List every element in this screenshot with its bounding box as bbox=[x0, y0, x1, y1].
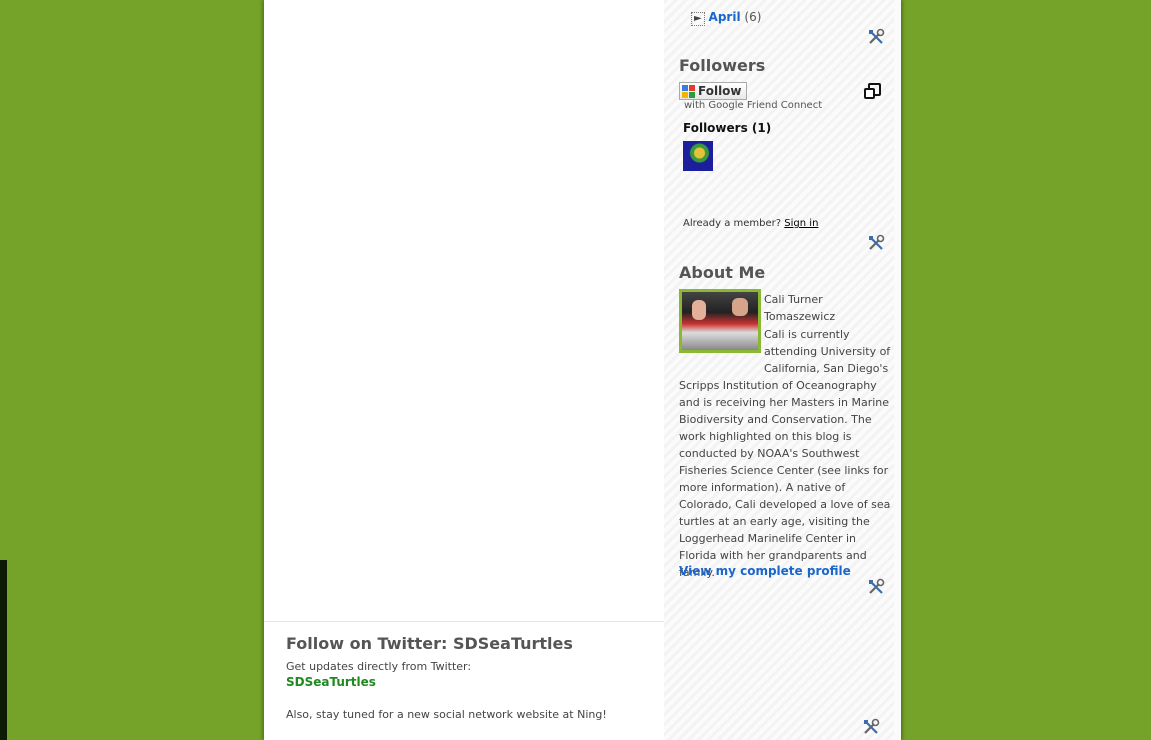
google-friend-connect-icon bbox=[682, 84, 695, 98]
photo-wrap-spacer bbox=[679, 326, 764, 374]
quick-edit-tools-icon[interactable] bbox=[867, 578, 885, 596]
follow-button[interactable]: Follow bbox=[679, 82, 747, 100]
sign-in-link[interactable]: Sign in bbox=[784, 218, 818, 229]
ning-note: Also, stay tuned for a new social networ… bbox=[286, 708, 607, 721]
follower-avatar[interactable] bbox=[683, 141, 713, 171]
sidebar: ► April (6) Followers Follow with Google… bbox=[664, 0, 894, 740]
about-me-title: About Me bbox=[679, 263, 766, 282]
popout-icon[interactable] bbox=[864, 83, 881, 99]
about-bio: Cali is currently attending University o… bbox=[679, 326, 891, 581]
gfc-caption: with Google Friend Connect bbox=[684, 100, 823, 111]
already-member-text: Already a member? Sign in bbox=[683, 218, 818, 229]
quick-edit-tools-icon[interactable] bbox=[867, 28, 885, 46]
main-column: Follow on Twitter: SDSeaTurtles Get upda… bbox=[264, 0, 664, 740]
archive-month-link[interactable]: April bbox=[709, 10, 741, 24]
already-member-label: Already a member? bbox=[683, 218, 782, 229]
quick-edit-tools-icon[interactable] bbox=[862, 718, 880, 736]
left-edge-shadow bbox=[0, 560, 7, 740]
quick-edit-tools-icon[interactable] bbox=[867, 234, 885, 252]
followers-title: Followers bbox=[679, 56, 766, 75]
profile-name: Cali Turner Tomaszewicz bbox=[764, 293, 836, 323]
view-profile-link[interactable]: View my complete profile bbox=[679, 564, 851, 578]
followers-count: Followers (1) bbox=[683, 121, 772, 135]
follow-button-label: Follow bbox=[698, 84, 742, 98]
blog-page: Follow on Twitter: SDSeaTurtles Get upda… bbox=[264, 0, 901, 740]
section-divider bbox=[264, 621, 664, 622]
twitter-handle-link[interactable]: SDSeaTurtles bbox=[286, 675, 376, 689]
archive-count: (6) bbox=[744, 10, 762, 24]
archive-row: ► April (6) bbox=[691, 10, 761, 26]
twitter-widget-title: Follow on Twitter: SDSeaTurtles bbox=[286, 634, 573, 653]
twitter-subtitle: Get updates directly from Twitter: bbox=[286, 660, 472, 673]
expand-triangle-icon[interactable]: ► bbox=[691, 12, 705, 26]
